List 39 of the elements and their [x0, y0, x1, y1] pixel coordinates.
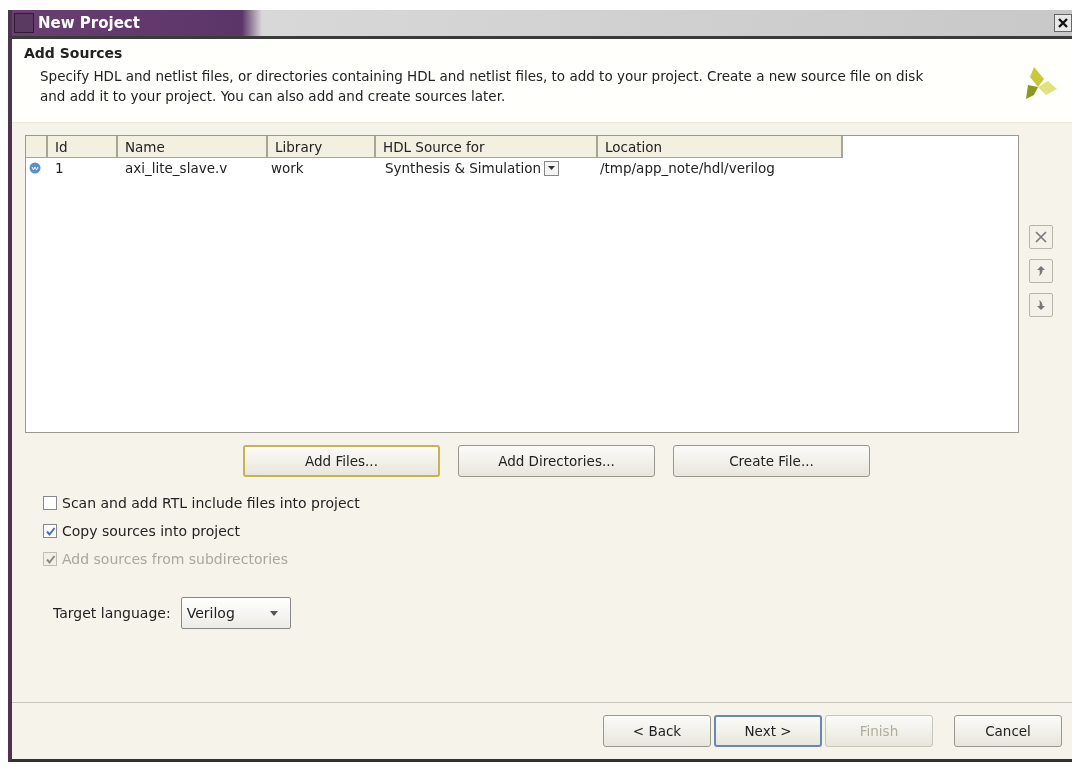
add-source-button[interactable]: Create File... — [673, 445, 870, 478]
window-icon — [14, 13, 34, 33]
wizard-button[interactable]: < Back — [603, 715, 711, 747]
table-cell-text: axi_lite_slave.v — [124, 160, 229, 177]
checkbox-label: Add sources from subdirectories — [62, 551, 289, 568]
table-cell: Synthesis & Simulation — [385, 160, 542, 177]
target-language-label: Target language: — [53, 605, 171, 622]
column-header[interactable]: Name — [118, 136, 268, 159]
wizard-button[interactable]: Cancel — [954, 715, 1062, 747]
wizard-button[interactable]: Next > — [714, 715, 822, 747]
down-arrow-icon — [1036, 299, 1046, 312]
add-source-button[interactable]: Add Directories... — [458, 445, 655, 478]
up-arrow-icon — [1036, 265, 1046, 278]
page-title: Add Sources — [24, 45, 124, 61]
window-title: New Project — [38, 14, 140, 32]
column-header — [26, 136, 48, 159]
file-type-icon — [29, 162, 41, 175]
close-icon — [1058, 18, 1068, 28]
checkbox-label: Copy sources into project — [62, 523, 241, 540]
column-header[interactable]: Library — [268, 136, 376, 159]
table-row[interactable]: 1 axi_lite_slave.v work Synthesis & Simulation /tmp/app_note/hdl/verilog — [26, 158, 1018, 179]
caret-icon — [548, 166, 556, 171]
close-button[interactable] — [1054, 14, 1072, 32]
column-header[interactable]: Location — [598, 136, 843, 159]
column-header[interactable]: HDL Source for — [376, 136, 598, 159]
target-language-dropdown[interactable]: Verilog — [180, 597, 291, 630]
page-description: Specify HDL and netlist files, or directories containing HDL and netlist files, to add to your project. Create a new source file on disk and add it to your project. You can also add and create sources later. — [39, 67, 925, 106]
table-cell-text: /tmp/app_note/hdl/verilog — [599, 160, 776, 177]
logo-icon — [1024, 65, 1058, 101]
caret-icon — [269, 610, 278, 616]
checkbox[interactable] — [43, 496, 57, 511]
checkbox-label: Scan and add RTL include files into project — [62, 495, 360, 512]
table-cell-text: 1 — [54, 160, 65, 177]
add-source-button[interactable]: Add Files... — [243, 445, 440, 478]
table-cell-text: work — [270, 160, 305, 177]
column-header[interactable]: Id — [48, 136, 118, 159]
checkbox[interactable] — [43, 524, 57, 539]
remove-icon — [1035, 231, 1047, 244]
dropdown-button[interactable] — [544, 160, 560, 176]
